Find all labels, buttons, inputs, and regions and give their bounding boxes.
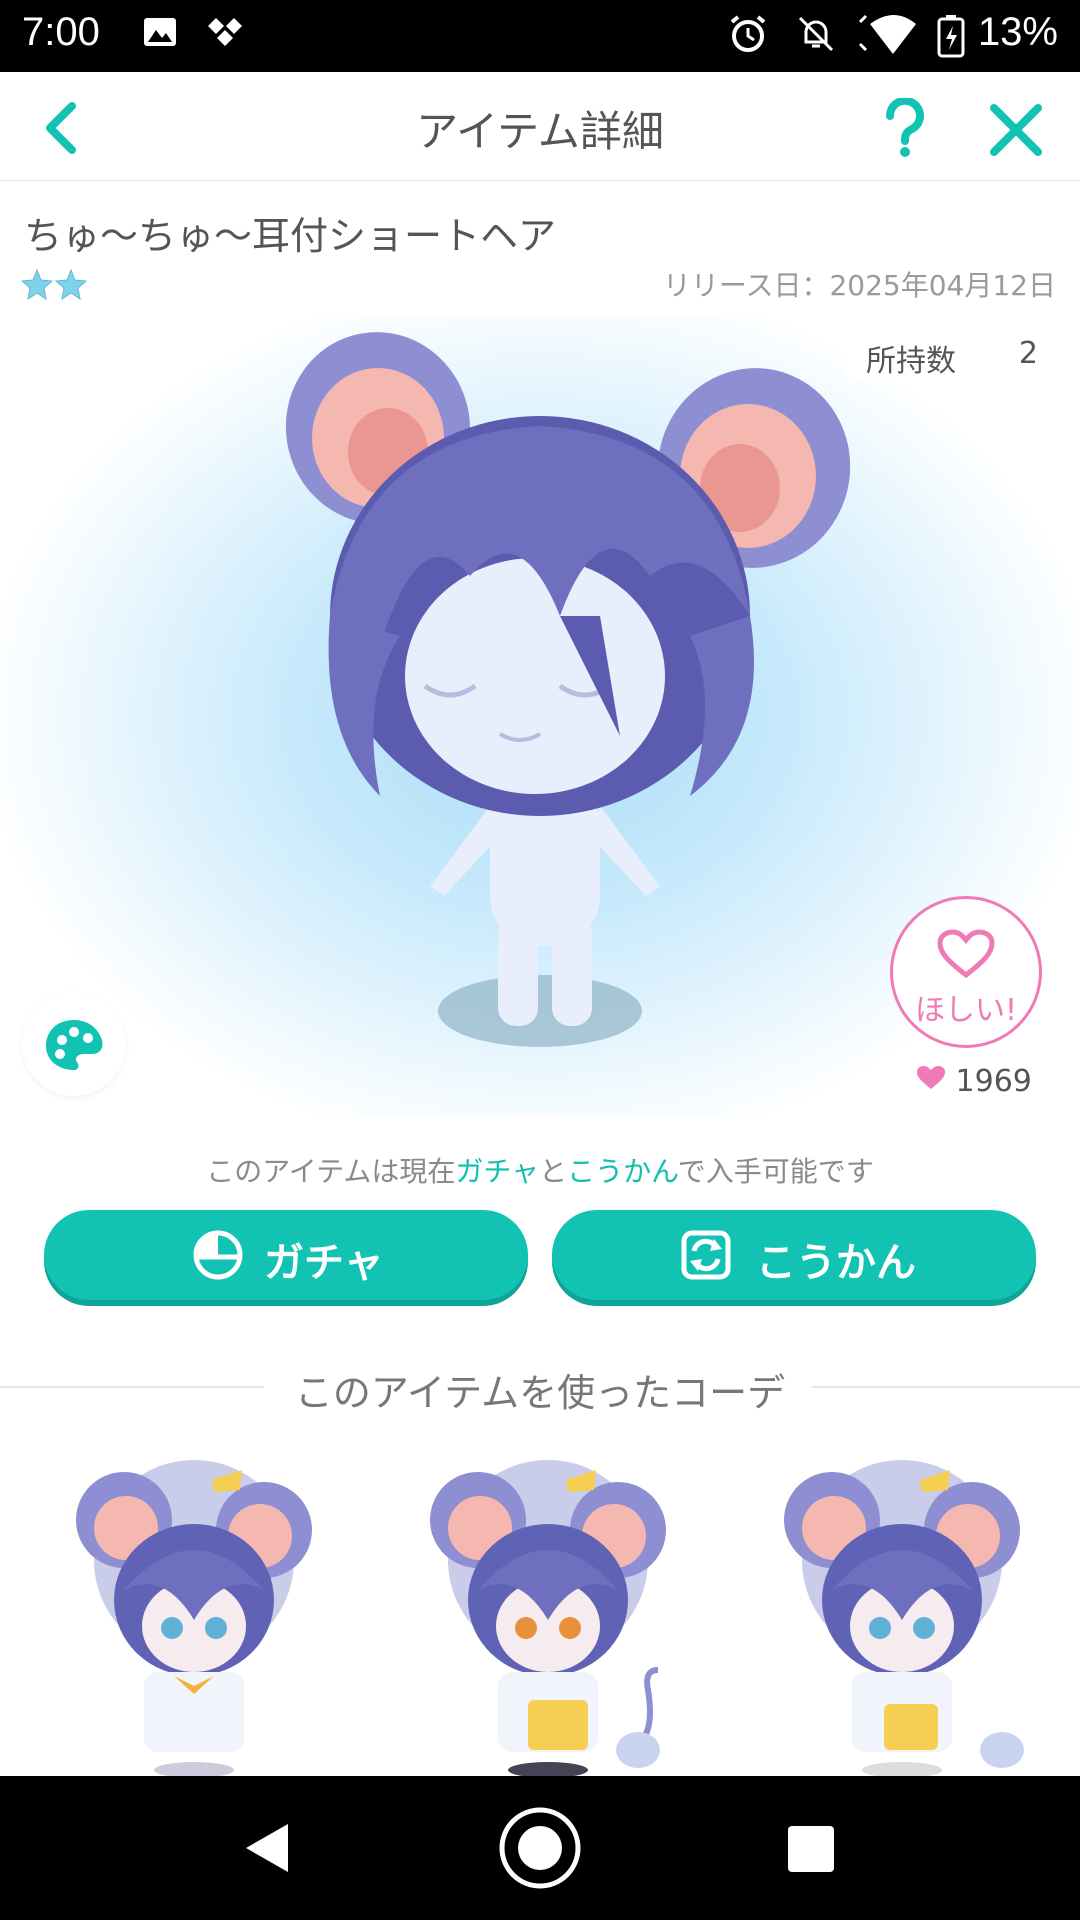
gacha-button-label: ガチャ (264, 1240, 384, 1286)
coordinate-avatar-image (76, 1460, 312, 1778)
notifications-off-icon (796, 14, 836, 58)
owned-count-badge: 所持数 2 (844, 328, 1056, 379)
app-header: アイテム詳細 (0, 72, 1080, 181)
coordinate-thumbnail[interactable] (772, 1450, 1042, 1780)
koukan-button-label: こうかん (756, 1240, 916, 1286)
wish-count-value: 1969 (955, 1064, 1032, 1099)
coordinate-avatar-image (784, 1460, 1024, 1778)
wish-label: ほしい! (914, 993, 1018, 1028)
status-bar: 7:00 13% (0, 0, 1080, 72)
item-name: ちゅ〜ちゅ〜耳付ショートヘア (24, 214, 557, 258)
coordinates-section-title: このアイテムを使ったコーデ (294, 1371, 786, 1415)
gacha-capsule-icon (193, 1230, 243, 1280)
coordinate-thumbnail[interactable] (418, 1450, 688, 1780)
rarity-stars (20, 268, 90, 306)
star-icon (20, 268, 54, 301)
wish-count: 1969 (916, 1064, 1032, 1099)
wifi-icon (858, 14, 918, 60)
owned-count: 2 (1018, 336, 1038, 371)
system-nav-bar (0, 1776, 1080, 1920)
heart-outline-icon (937, 929, 995, 979)
gacha-button[interactable]: ガチャ (44, 1210, 528, 1300)
app-notification-icon (206, 14, 244, 54)
koukan-button[interactable]: こうかん (552, 1210, 1036, 1300)
coordinate-thumbnail[interactable] (64, 1450, 334, 1780)
battery-icon (936, 14, 966, 62)
image-icon (142, 14, 178, 54)
battery-percent: 13% (977, 10, 1058, 54)
help-icon[interactable] (880, 96, 930, 158)
wish-button[interactable]: ほしい! (890, 896, 1042, 1048)
color-palette-button[interactable] (22, 992, 126, 1096)
nav-home-icon[interactable] (498, 1806, 582, 1890)
status-time: 7:00 (22, 10, 100, 54)
palette-icon (46, 1020, 103, 1070)
exchange-icon (681, 1230, 731, 1280)
availability-text: このアイテムは現在ガチャとこうかんで入手可能です (206, 1155, 874, 1188)
close-icon[interactable] (988, 102, 1044, 158)
owned-label: 所持数 (866, 344, 956, 379)
nav-recents-icon[interactable] (786, 1824, 836, 1874)
alarm-icon (728, 14, 768, 58)
nav-back-icon[interactable] (238, 1818, 298, 1878)
coordinate-avatar-image (430, 1460, 666, 1778)
heart-icon (917, 1066, 945, 1089)
star-icon (54, 268, 88, 301)
release-date: リリース日：2025年04月12日 (662, 269, 1056, 302)
